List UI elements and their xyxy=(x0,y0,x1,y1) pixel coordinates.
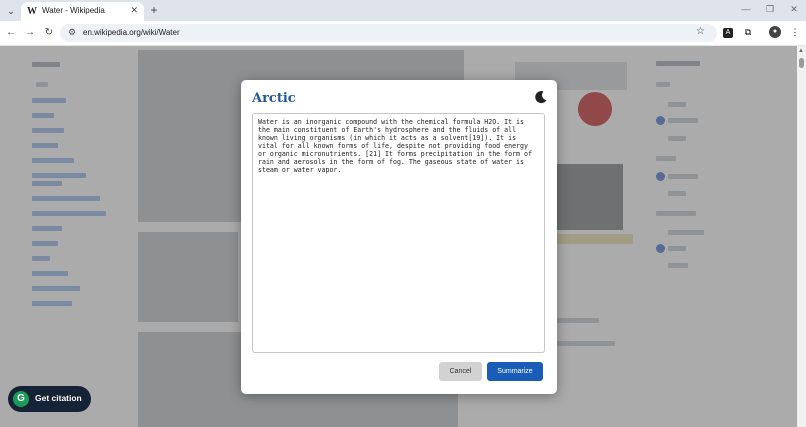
summarize-dialog: Arctic Water is an inorganic compound wi… xyxy=(241,80,557,394)
page-scrollbar[interactable]: ▲ xyxy=(797,46,806,427)
kebab-menu-icon[interactable]: ⋮ xyxy=(789,26,801,38)
back-arrow-icon[interactable]: ← xyxy=(4,26,18,40)
forward-arrow-icon[interactable]: → xyxy=(23,26,37,40)
profile-icon[interactable]: ● xyxy=(769,26,781,38)
text-input-area[interactable]: Water is an inorganic compound with the … xyxy=(252,113,545,353)
restore-icon[interactable]: ❐ xyxy=(763,4,777,15)
citation-logo-icon: G xyxy=(13,391,29,407)
close-window-icon[interactable]: ✕ xyxy=(787,4,801,15)
minimize-icon[interactable]: — xyxy=(739,4,753,14)
scroll-up-icon[interactable]: ▲ xyxy=(798,48,804,54)
puzzle-icon[interactable]: ⧉ xyxy=(742,26,754,38)
plus-icon[interactable]: + xyxy=(147,2,161,18)
tune-icon[interactable]: ⚙ xyxy=(68,27,76,38)
browser-toolbar: ← → ↻ ⚙ en.wikipedia.org/wiki/Water ☆ xyxy=(0,21,806,46)
tab-title: Water - Wikipedia xyxy=(42,6,105,15)
chevron-down-icon[interactable]: ⌄ xyxy=(4,4,18,18)
tab-bar: ⌄ W Water - Wikipedia ✕ + — ❐ ✕ xyxy=(0,0,806,21)
get-citation-button[interactable]: G Get citation xyxy=(8,386,91,412)
close-icon[interactable]: ✕ xyxy=(130,5,138,16)
reload-icon[interactable]: ↻ xyxy=(42,26,56,40)
wikipedia-favicon-icon: W xyxy=(27,6,37,17)
address-bar[interactable]: ⚙ en.wikipedia.org/wiki/Water ☆ xyxy=(60,24,717,42)
dialog-title: Arctic xyxy=(252,91,296,106)
extension-icon[interactable]: A xyxy=(723,28,733,38)
citation-label: Get citation xyxy=(35,393,82,403)
url-text[interactable]: en.wikipedia.org/wiki/Water xyxy=(83,28,180,37)
moon-icon[interactable] xyxy=(534,90,548,104)
summarize-button[interactable]: Summarize xyxy=(487,362,543,381)
star-icon[interactable]: ☆ xyxy=(696,26,705,37)
tab-water-wikipedia[interactable]: W Water - Wikipedia ✕ xyxy=(21,2,144,21)
scrollbar-thumb[interactable] xyxy=(799,58,804,68)
cancel-button[interactable]: Cancel xyxy=(439,362,482,381)
